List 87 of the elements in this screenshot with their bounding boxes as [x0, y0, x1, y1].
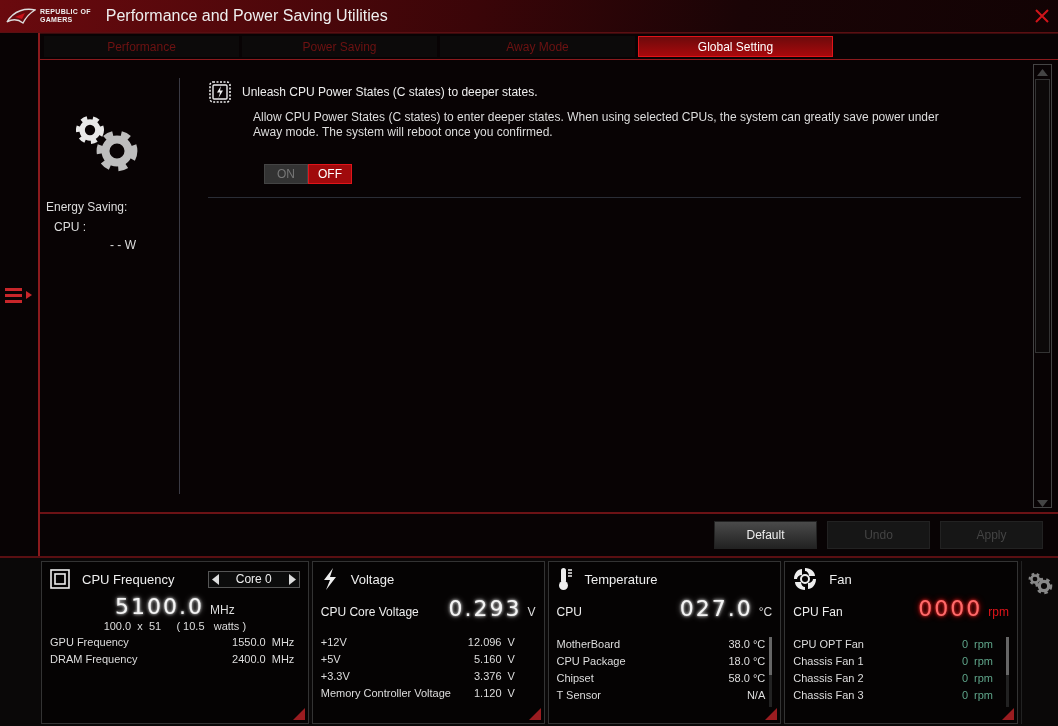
- sensor-label: CPU Package: [556, 655, 627, 667]
- toggle-option[interactable]: ON: [264, 164, 308, 184]
- left-arrow-icon[interactable]: [211, 573, 219, 585]
- corner-triangle-icon[interactable]: [1002, 708, 1015, 720]
- settings-icon[interactable]: [1027, 571, 1053, 595]
- sensor-unit: MHz: [271, 636, 296, 648]
- big-reading: 0000: [918, 596, 983, 621]
- panel-title: CPU Frequency: [82, 571, 175, 587]
- setting-description: Allow CPU Power States (C states) to enter deeper states. When using selected CPUs, the system can greatly save power under Away mode. The system will reboot once you confirmed.: [253, 110, 940, 140]
- sensor-value: 12.096: [467, 636, 502, 648]
- fan-icon: [793, 567, 818, 591]
- sensor-unit: rpm: [974, 672, 994, 684]
- sensor-label: +5V: [320, 653, 342, 665]
- sensor-value: 38.0 °C: [728, 638, 766, 650]
- tab[interactable]: Away Mode: [440, 36, 635, 57]
- sensor-label: MotherBoard: [556, 638, 622, 650]
- sensor-value: 0: [961, 655, 969, 667]
- tab[interactable]: Global Setting: [638, 36, 833, 57]
- sensor-unit: rpm: [974, 689, 994, 701]
- reading-unit: rpm: [988, 605, 1010, 619]
- sensor-label: Chassis Fan 1: [793, 655, 865, 667]
- sensor-label: Chipset: [556, 672, 595, 684]
- sensor-label: +12V: [320, 636, 348, 648]
- sensor-label: T Sensor: [556, 689, 602, 701]
- sensor-value: 2400.0: [232, 653, 266, 665]
- panel-title: Fan: [829, 571, 852, 587]
- scrollbar[interactable]: [1006, 637, 1010, 707]
- sensor-value: 3.376: [473, 670, 502, 682]
- window-title: Performance and Power Saving Utilities: [105, 7, 389, 25]
- big-reading: 0.293: [448, 596, 522, 621]
- sensor-label: Chassis Fan 2: [793, 672, 865, 684]
- sensor-label: Memory Controller Voltage: [320, 687, 452, 699]
- reading-unit: V: [527, 605, 536, 619]
- big-reading: 027.0: [679, 596, 753, 621]
- sensor-label: CPU OPT Fan: [793, 638, 865, 650]
- sensor-value: 5.160: [473, 653, 502, 665]
- sensor-label: Chassis Fan 3: [793, 689, 865, 701]
- sensor-label: +3.3V: [320, 670, 351, 682]
- panel-title: Temperature: [584, 571, 658, 587]
- multiplier-detail: 100.0 x 51 ( 10.5 watts ): [102, 620, 248, 632]
- right-arrow-icon[interactable]: [288, 573, 296, 585]
- core-label: Core 0: [235, 572, 272, 586]
- sensor-value: 0: [961, 638, 969, 650]
- down-arrow-icon[interactable]: [1037, 500, 1048, 507]
- setting-title: Unleash CPU Power States (C states) to deeper states.: [242, 85, 538, 99]
- close-icon[interactable]: [1034, 8, 1050, 24]
- toggle-option[interactable]: OFF: [308, 164, 352, 184]
- sensor-value: 18.0 °C: [728, 655, 766, 667]
- sensor-unit: V: [507, 670, 516, 682]
- rog-eye-logo-icon: [6, 7, 36, 25]
- sensor-value: 1550.0: [232, 636, 266, 648]
- sensor-unit: rpm: [974, 638, 994, 650]
- reading-label: CPU Core Voltage: [320, 605, 420, 619]
- sensor-unit: rpm: [974, 655, 994, 667]
- sensor-unit: V: [507, 636, 516, 648]
- cpu-power-value: - - W: [110, 238, 137, 252]
- sensor-label: DRAM Frequency: [50, 653, 139, 665]
- corner-triangle-icon[interactable]: [292, 708, 305, 720]
- sensor-label: GPU Frequency: [50, 636, 130, 648]
- tab[interactable]: Power Saving: [242, 36, 437, 57]
- energy-saving-label: Energy Saving:: [46, 200, 129, 214]
- panel-title: Voltage: [350, 571, 395, 587]
- chip-lightning-icon: [208, 80, 232, 104]
- sensor-value: N/A: [746, 689, 766, 701]
- sensor-unit: V: [507, 653, 516, 665]
- big-reading: 5100.0: [115, 594, 204, 619]
- cpu-label: CPU :: [54, 220, 87, 234]
- sensor-value: 0: [961, 689, 969, 701]
- action-button[interactable]: Default: [714, 521, 817, 549]
- sensor-value: 58.0 °C: [728, 672, 766, 684]
- corner-triangle-icon[interactable]: [765, 708, 778, 720]
- corner-triangle-icon[interactable]: [528, 708, 541, 720]
- scrollbar[interactable]: [769, 637, 773, 707]
- tab[interactable]: Performance: [44, 36, 239, 57]
- reading-label: CPU: [556, 605, 583, 619]
- sensor-value: 0: [961, 672, 969, 684]
- reading-unit: °C: [758, 605, 773, 619]
- thermometer-icon: [556, 567, 573, 591]
- sensor-value: 1.120: [473, 687, 502, 699]
- reading-label: CPU Fan: [793, 605, 844, 619]
- nested-squares-icon: [50, 569, 70, 589]
- up-arrow-icon[interactable]: [1037, 69, 1048, 76]
- sensor-unit: V: [507, 687, 516, 699]
- reading-unit: MHz: [210, 603, 235, 617]
- core-selector[interactable]: Core 0: [207, 570, 300, 588]
- sensor-unit: MHz: [271, 653, 296, 665]
- scrollbar[interactable]: [1033, 64, 1052, 508]
